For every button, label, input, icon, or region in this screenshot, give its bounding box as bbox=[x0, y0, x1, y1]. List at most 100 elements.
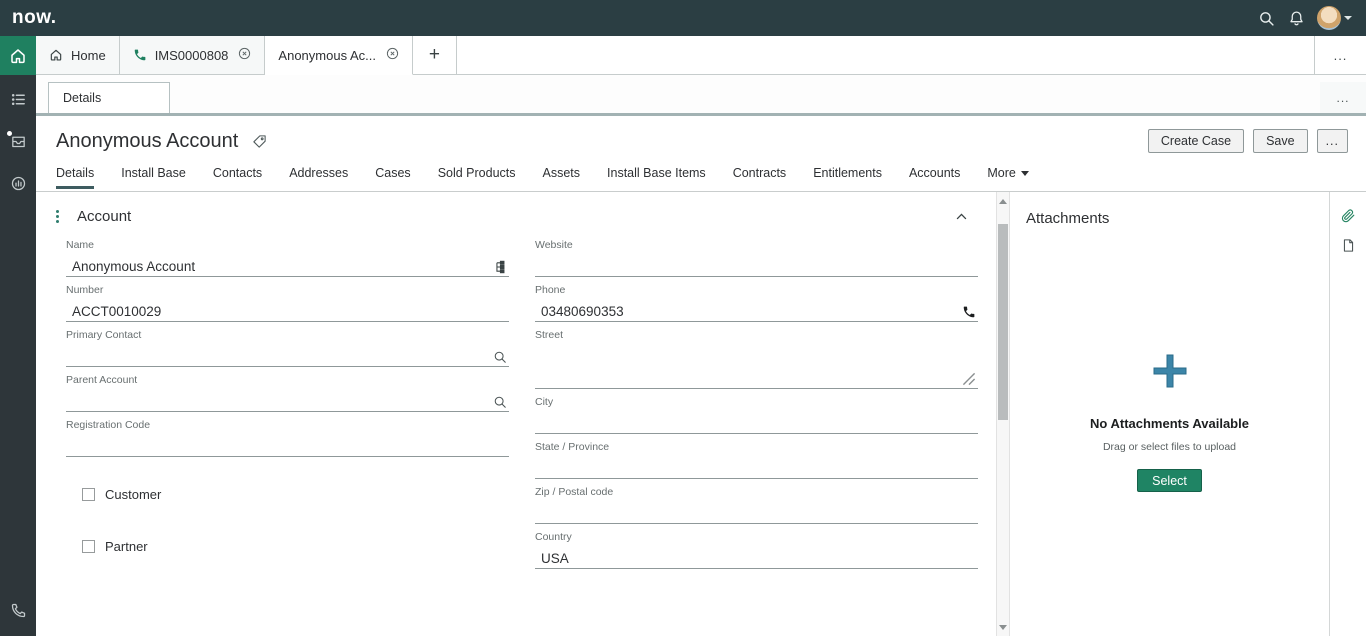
record-tab-more-label: More bbox=[987, 166, 1015, 180]
field-input[interactable] bbox=[535, 501, 978, 524]
field-value: USA bbox=[541, 551, 976, 566]
field-input[interactable]: Anonymous Account bbox=[66, 254, 509, 277]
search-icon[interactable] bbox=[493, 395, 507, 409]
close-tab-icon[interactable] bbox=[386, 47, 399, 63]
sidebar-home-button[interactable] bbox=[0, 36, 36, 75]
scroll-up-arrow[interactable] bbox=[997, 194, 1009, 208]
app-window: now. bbox=[0, 0, 1366, 636]
subtab-overflow-button[interactable]: ... bbox=[1320, 82, 1366, 113]
field-input[interactable] bbox=[535, 254, 978, 277]
field-input[interactable]: ACCT0010029 bbox=[66, 299, 509, 322]
field-phone: Phone 03480690353 bbox=[535, 284, 978, 322]
field-input[interactable]: 03480690353 bbox=[535, 299, 978, 322]
notification-dot bbox=[6, 130, 13, 137]
section-title: Account bbox=[77, 208, 131, 225]
field-label: Phone bbox=[535, 284, 978, 296]
search-icon[interactable] bbox=[493, 350, 507, 364]
vertical-scrollbar[interactable] bbox=[996, 192, 1010, 636]
nav-tab-ims-label: IMS0000808 bbox=[155, 48, 229, 63]
record-tab-accounts[interactable]: Accounts bbox=[909, 166, 960, 186]
field-label: Parent Account bbox=[66, 374, 509, 386]
document-icon[interactable] bbox=[1335, 232, 1361, 258]
section-header: Account bbox=[50, 208, 982, 225]
checkbox-label: Customer bbox=[105, 487, 161, 502]
create-case-button[interactable]: Create Case bbox=[1148, 129, 1244, 153]
nav-tabs-overflow-button[interactable]: ... bbox=[1314, 36, 1366, 74]
phone-icon[interactable] bbox=[962, 305, 976, 319]
left-sidebar bbox=[0, 36, 36, 636]
hierarchy-icon[interactable] bbox=[493, 260, 507, 274]
nav-tab-home[interactable]: Home bbox=[36, 36, 120, 74]
field-label: City bbox=[535, 396, 978, 408]
nav-tab-home-label: Home bbox=[71, 48, 106, 63]
search-icon[interactable] bbox=[1251, 3, 1281, 33]
nav-tab-account[interactable]: Anonymous Ac... bbox=[265, 36, 413, 75]
record-tab-install-base-items[interactable]: Install Base Items bbox=[607, 166, 706, 186]
checkbox-box[interactable] bbox=[82, 540, 95, 553]
form-column-left: NameAnonymous AccountNumberACCT0010029Pr… bbox=[66, 239, 509, 576]
field-input[interactable] bbox=[66, 434, 509, 457]
sidebar-analytics-icon[interactable] bbox=[0, 165, 36, 201]
attachments-empty-state: No Attachments Available Drag or select … bbox=[1026, 349, 1313, 492]
field-value: ACCT0010029 bbox=[72, 304, 507, 319]
scroll-thumb[interactable] bbox=[998, 224, 1008, 420]
record-overflow-button[interactable]: ... bbox=[1317, 129, 1348, 153]
attachments-empty-hint: Drag or select files to upload bbox=[1103, 441, 1236, 453]
field-label: Name bbox=[66, 239, 509, 251]
field-input[interactable] bbox=[535, 344, 978, 389]
record-tab-cases[interactable]: Cases bbox=[375, 166, 410, 186]
now-logo: now. bbox=[12, 0, 57, 36]
record-tab-more[interactable]: More bbox=[987, 166, 1028, 180]
record-tab-assets[interactable]: Assets bbox=[543, 166, 581, 186]
record-tab-install-base[interactable]: Install Base bbox=[121, 166, 186, 186]
record-header: Anonymous Account Create Case Save ... bbox=[36, 116, 1366, 166]
nav-tab-strip: Home IMS0000808 Anonymous Ac... + bbox=[36, 36, 1366, 75]
select-files-button[interactable]: Select bbox=[1137, 469, 1202, 492]
field-value: 03480690353 bbox=[541, 304, 962, 319]
field-label: Website bbox=[535, 239, 978, 251]
attachments-panel: Attachments No Attachments Available Dra… bbox=[1010, 192, 1330, 636]
nav-tab-account-label: Anonymous Ac... bbox=[278, 48, 376, 63]
sidebar-lists-icon[interactable] bbox=[0, 81, 36, 117]
record-tab-entitlements[interactable]: Entitlements bbox=[813, 166, 882, 186]
notifications-bell-icon[interactable] bbox=[1281, 3, 1311, 33]
form-area: Account Name Anonymous Account Number ACCT0… bbox=[36, 192, 996, 636]
nav-tab-ims[interactable]: IMS0000808 bbox=[120, 36, 266, 74]
tag-icon[interactable] bbox=[252, 134, 267, 149]
home-icon bbox=[9, 47, 27, 65]
field-input[interactable] bbox=[66, 389, 509, 412]
record-tab-details[interactable]: Details bbox=[56, 166, 94, 189]
record-tab-sold-products[interactable]: Sold Products bbox=[438, 166, 516, 186]
section-kebab-menu-icon[interactable] bbox=[50, 208, 65, 225]
field-name: Name Anonymous Account bbox=[66, 239, 509, 277]
record-tab-addresses[interactable]: Addresses bbox=[289, 166, 348, 186]
sidebar-inbox-icon[interactable] bbox=[0, 123, 36, 159]
save-button[interactable]: Save bbox=[1253, 129, 1308, 153]
field-parent-account: Parent Account bbox=[66, 374, 509, 412]
section-collapse-chevron-icon[interactable] bbox=[955, 210, 968, 223]
field-input[interactable]: USA bbox=[535, 546, 978, 569]
checkbox-partner[interactable]: Partner bbox=[82, 539, 509, 554]
record-tab-contacts[interactable]: Contacts bbox=[213, 166, 262, 186]
field-label: Number bbox=[66, 284, 509, 296]
scroll-down-arrow[interactable] bbox=[997, 620, 1009, 634]
field-label: Country bbox=[535, 531, 978, 543]
sidebar-phone-icon[interactable] bbox=[0, 592, 36, 628]
checkbox-customer[interactable]: Customer bbox=[82, 487, 509, 502]
field-number: Number ACCT0010029 bbox=[66, 284, 509, 322]
add-attachment-plus-icon[interactable] bbox=[1148, 349, 1192, 398]
new-tab-button[interactable]: + bbox=[413, 36, 457, 74]
field-country: Country USA bbox=[535, 531, 978, 569]
paperclip-icon[interactable] bbox=[1335, 202, 1361, 228]
field-input[interactable] bbox=[535, 411, 978, 434]
page-title: Anonymous Account bbox=[56, 130, 238, 153]
field-label: Street bbox=[535, 329, 978, 341]
checkbox-box[interactable] bbox=[82, 488, 95, 501]
record-tab-contracts[interactable]: Contracts bbox=[733, 166, 787, 186]
subtab-details[interactable]: Details bbox=[48, 82, 170, 113]
field-label: Registration Code bbox=[66, 419, 509, 431]
user-avatar-menu[interactable] bbox=[1317, 6, 1352, 30]
field-input[interactable] bbox=[66, 344, 509, 367]
close-tab-icon[interactable] bbox=[238, 47, 251, 63]
field-input[interactable] bbox=[535, 456, 978, 479]
